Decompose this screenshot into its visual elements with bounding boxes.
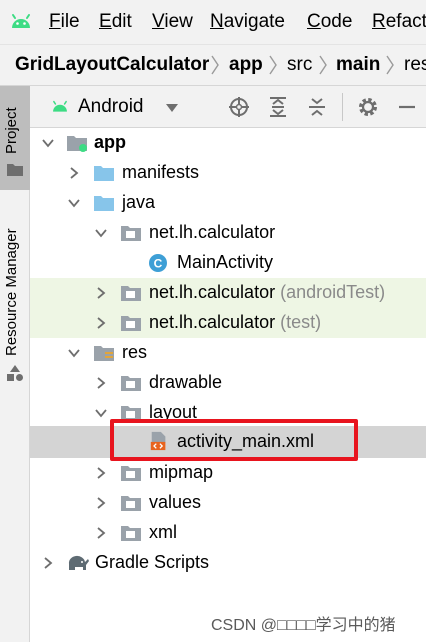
locate-target-icon[interactable] bbox=[228, 96, 250, 118]
watermark: CSDN @□□□□学习中的猪 bbox=[211, 617, 396, 634]
tree-item-manifests[interactable]: manifests bbox=[30, 158, 426, 188]
tab-project-label: Project bbox=[3, 107, 20, 154]
breadcrumb-main[interactable]: main bbox=[336, 54, 380, 76]
svg-text:C: C bbox=[154, 257, 163, 271]
tab-project[interactable]: Project bbox=[0, 86, 30, 190]
chevron-right-icon[interactable] bbox=[66, 165, 82, 181]
tree-item-label: MainActivity bbox=[177, 252, 274, 272]
chevron-down-icon[interactable] bbox=[66, 345, 82, 361]
expand-all-icon[interactable] bbox=[267, 96, 289, 118]
menu-bar: File Edit View Navigate Code Refact bbox=[0, 0, 426, 44]
chevron-right-icon[interactable] bbox=[93, 495, 109, 511]
chevron-down-icon[interactable] bbox=[40, 135, 56, 151]
package-icon bbox=[121, 496, 141, 511]
menu-view[interactable]: View bbox=[152, 11, 193, 33]
dropdown-arrow-icon[interactable] bbox=[165, 103, 179, 113]
view-mode-select[interactable]: Android bbox=[78, 96, 144, 118]
tree-item-mipmap[interactable]: mipmap bbox=[30, 458, 426, 488]
collapse-all-icon[interactable] bbox=[306, 96, 328, 118]
tool-window-strip: Project Resource Manager bbox=[0, 86, 30, 642]
tree-item-label: net.lh.calculator (androidTest) bbox=[149, 282, 386, 302]
tree-item-label: values bbox=[149, 492, 202, 512]
breadcrumb: GridLayoutCalculator app src main res bbox=[0, 44, 426, 86]
android-icon bbox=[53, 100, 67, 112]
tree-item-res[interactable]: res bbox=[30, 338, 426, 368]
highlight-box bbox=[110, 419, 358, 461]
tree-item-label: manifests bbox=[122, 162, 200, 182]
menu-file[interactable]: File bbox=[49, 11, 80, 33]
folder-icon bbox=[94, 196, 114, 211]
menu-navigate[interactable]: Navigate bbox=[210, 11, 285, 33]
project-tree: app manifests java net.lh.calculator C M… bbox=[30, 128, 426, 642]
chevron-right-icon[interactable] bbox=[93, 375, 109, 391]
minimize-icon[interactable] bbox=[396, 96, 418, 118]
chevron-down-icon[interactable] bbox=[93, 405, 109, 421]
project-toolbar: Android bbox=[30, 86, 426, 128]
tree-item-mainactivity[interactable]: C MainActivity bbox=[30, 248, 426, 278]
chevron-right-icon[interactable] bbox=[93, 465, 109, 481]
tree-item-values[interactable]: values bbox=[30, 488, 426, 518]
android-studio-icon bbox=[12, 14, 30, 28]
package-icon bbox=[121, 316, 141, 331]
res-folder-icon bbox=[94, 346, 114, 361]
chevron-right-icon bbox=[269, 55, 277, 75]
tree-item-label: java bbox=[122, 192, 156, 212]
chevron-right-icon bbox=[211, 55, 219, 75]
folder-icon bbox=[94, 166, 114, 181]
tree-item-label: mipmap bbox=[149, 462, 214, 482]
tree-item-package-test[interactable]: net.lh.calculator (test) bbox=[30, 308, 426, 338]
folder-icon bbox=[7, 164, 23, 176]
breadcrumb-project[interactable]: GridLayoutCalculator bbox=[15, 54, 209, 76]
tree-item-drawable[interactable]: drawable bbox=[30, 368, 426, 398]
package-icon bbox=[121, 466, 141, 481]
tree-item-app[interactable]: app bbox=[30, 128, 426, 158]
module-icon bbox=[67, 136, 87, 152]
chevron-right-icon[interactable] bbox=[93, 285, 109, 301]
tree-item-label: drawable bbox=[149, 372, 223, 392]
chevron-right-icon bbox=[319, 55, 327, 75]
chevron-right-icon[interactable] bbox=[40, 555, 56, 571]
tree-item-label: net.lh.calculator bbox=[149, 222, 276, 242]
tree-item-label: app bbox=[94, 132, 127, 152]
toolbar-divider bbox=[342, 93, 343, 121]
tree-item-label: res bbox=[122, 342, 148, 362]
gradle-elephant-icon bbox=[68, 555, 89, 570]
package-icon bbox=[121, 376, 141, 391]
chevron-down-icon[interactable] bbox=[66, 195, 82, 211]
tab-resource-manager-label: Resource Manager bbox=[3, 228, 20, 356]
breadcrumb-res[interactable]: res bbox=[404, 54, 426, 76]
breadcrumb-app[interactable]: app bbox=[229, 54, 263, 76]
package-icon bbox=[121, 526, 141, 541]
package-icon bbox=[121, 286, 141, 301]
tree-item-gradle-scripts[interactable]: Gradle Scripts bbox=[30, 548, 426, 578]
tree-item-label: Gradle Scripts bbox=[95, 552, 210, 572]
package-icon bbox=[121, 226, 141, 241]
chevron-down-icon[interactable] bbox=[93, 225, 109, 241]
tree-item-label: xml bbox=[149, 522, 177, 542]
menu-code[interactable]: Code bbox=[307, 11, 352, 33]
menu-refactor[interactable]: Refact bbox=[372, 11, 426, 33]
tree-item-package-androidtest[interactable]: net.lh.calculator (androidTest) bbox=[30, 278, 426, 308]
class-icon: C bbox=[149, 254, 167, 272]
tree-item-label: net.lh.calculator (test) bbox=[149, 312, 322, 332]
tree-item-xml[interactable]: xml bbox=[30, 518, 426, 548]
resource-manager-icon bbox=[7, 365, 23, 381]
chevron-right-icon[interactable] bbox=[93, 525, 109, 541]
menu-edit[interactable]: Edit bbox=[99, 11, 132, 33]
tab-resource-manager[interactable]: Resource Manager bbox=[0, 204, 30, 394]
chevron-right-icon[interactable] bbox=[93, 315, 109, 331]
tree-item-package[interactable]: net.lh.calculator bbox=[30, 218, 426, 248]
gear-icon[interactable] bbox=[357, 96, 379, 118]
chevron-right-icon bbox=[386, 55, 394, 75]
tree-item-java[interactable]: java bbox=[30, 188, 426, 218]
breadcrumb-src[interactable]: src bbox=[287, 54, 312, 76]
